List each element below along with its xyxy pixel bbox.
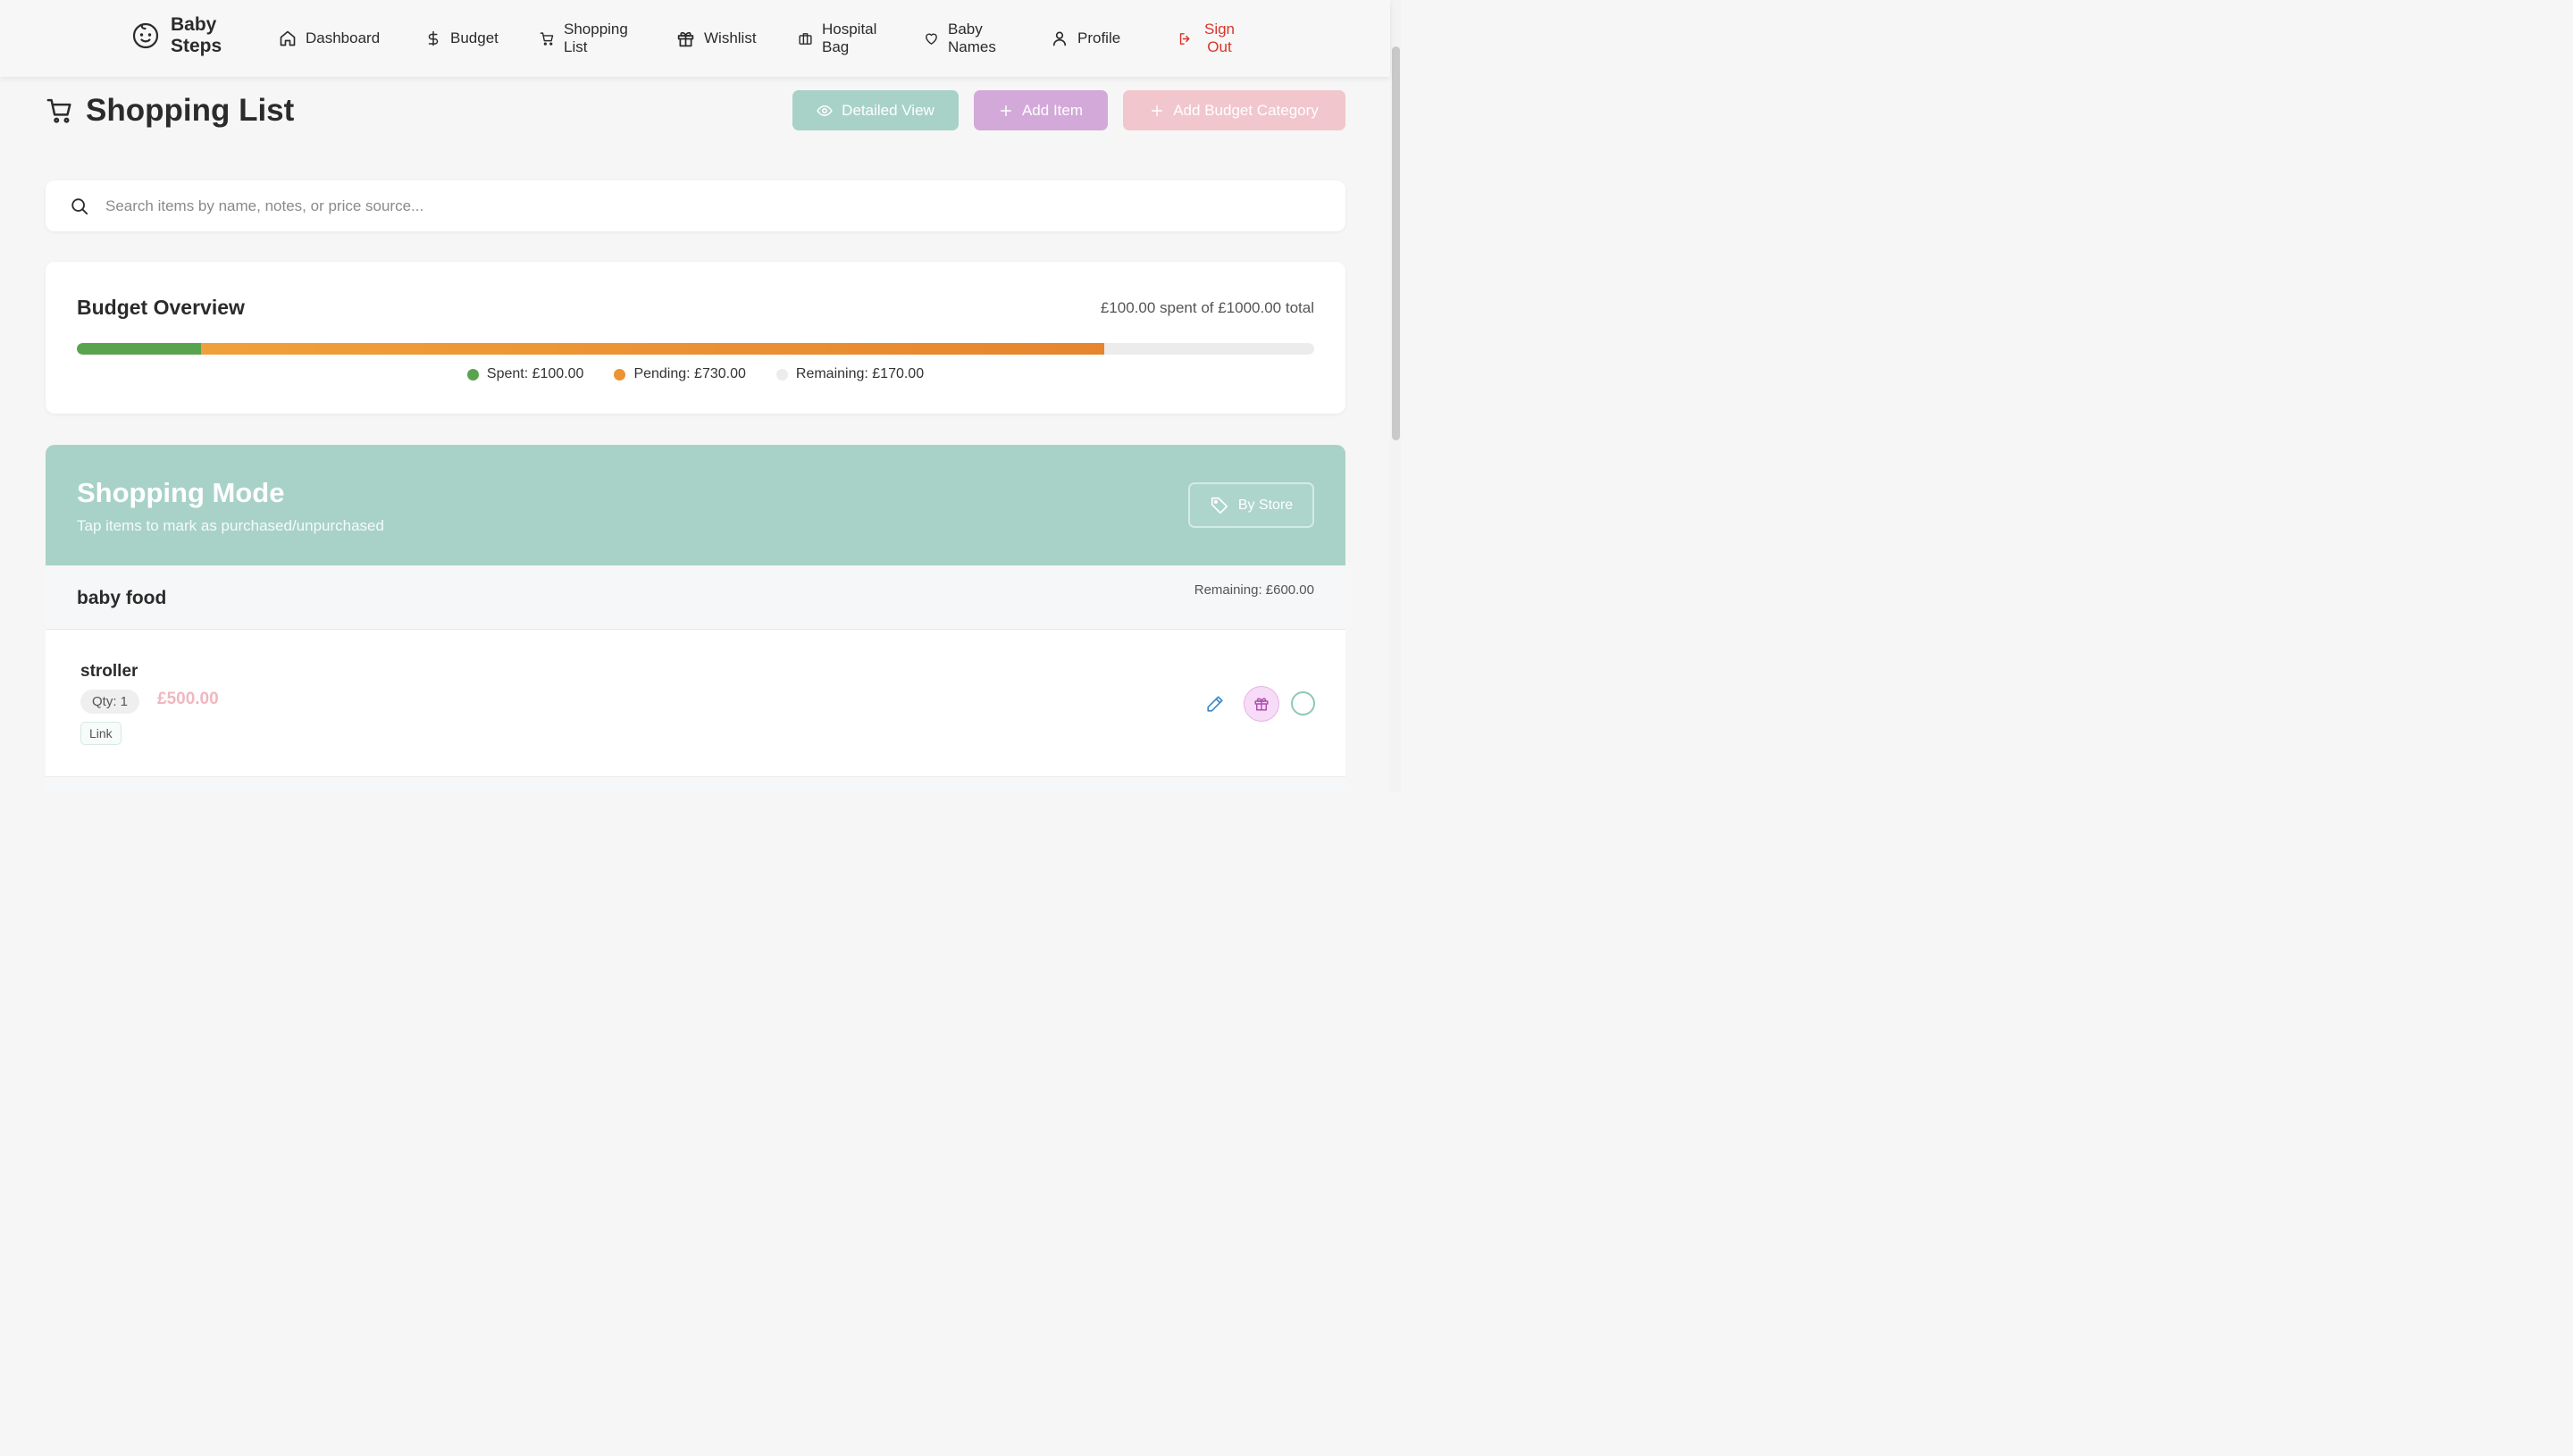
spent-segment	[77, 343, 201, 355]
category-remaining: Remaining: £600.00	[1194, 582, 1314, 598]
search-icon	[71, 197, 88, 214]
brand-name: Baby Steps	[171, 14, 222, 56]
spent-dot-icon	[466, 368, 479, 381]
add-budget-category-button[interactable]: Add Budget Category	[1123, 90, 1345, 130]
nav-label: Sign Out	[1203, 21, 1236, 55]
scrollbar-thumb[interactable]	[1392, 46, 1400, 440]
heart-icon	[926, 33, 937, 45]
gift-icon	[1254, 698, 1269, 711]
sign-out-icon	[1179, 32, 1190, 45]
budget-overview-card: Budget Overview £100.00 spent of £1000.0…	[46, 262, 1345, 414]
nav-baby-names[interactable]: Baby Names	[924, 0, 1013, 77]
edit-item-button[interactable]	[1202, 690, 1228, 717]
pending-segment	[201, 343, 1104, 355]
cart-icon	[540, 31, 554, 46]
nav-profile[interactable]: Profile	[1051, 0, 1120, 77]
legend-pending-label: Pending: £730.00	[633, 366, 746, 381]
legend-spent-label: Spent: £100.00	[486, 366, 584, 381]
category-name: baby food	[77, 588, 167, 608]
category-header[interactable]: baby food Remaining: £600.00	[46, 565, 1345, 630]
page-title: Shopping List	[86, 93, 295, 128]
home-icon	[280, 30, 296, 46]
nav-label: Baby Names	[948, 21, 996, 55]
by-store-label: By Store	[1237, 497, 1294, 513]
nav-label: Dashboard	[306, 29, 381, 46]
legend-remaining-label: Remaining: £170.00	[795, 366, 925, 381]
pencil-icon	[1207, 696, 1223, 712]
eye-icon	[817, 105, 833, 116]
nav-label: Hospital Bag	[822, 21, 877, 55]
nav-sign-out[interactable]: Sign Out	[1178, 0, 1249, 77]
nav-wishlist[interactable]: Wishlist	[676, 0, 757, 77]
search-input[interactable]	[105, 197, 1267, 215]
next-list-item	[46, 777, 1345, 792]
by-store-button[interactable]: By Store	[1188, 482, 1314, 528]
add-budget-category-label: Add Budget Category	[1173, 101, 1319, 119]
tag-icon	[1211, 497, 1228, 514]
legend-spent: Spent: £100.00	[466, 366, 584, 382]
nav-dashboard[interactable]: Dashboard	[279, 0, 380, 77]
brand-logo-link[interactable]: Baby Steps	[131, 14, 233, 57]
add-item-button[interactable]: Add Item	[974, 90, 1108, 130]
item-price: £500.00	[157, 690, 219, 708]
nav-hospital-bag[interactable]: Hospital Bag	[798, 0, 896, 77]
legend-remaining: Remaining: £170.00	[775, 366, 925, 382]
nav-label: Shopping List	[564, 21, 628, 55]
legend-pending: Pending: £730.00	[614, 366, 746, 382]
nav-label: Wishlist	[704, 29, 757, 46]
detailed-view-label: Detailed View	[842, 101, 934, 119]
baby-face-icon	[132, 22, 159, 49]
search-bar	[46, 180, 1345, 231]
briefcase-icon	[799, 32, 812, 45]
plus-icon	[1152, 105, 1163, 116]
remaining-dot-icon	[775, 368, 788, 381]
shopping-mode-header: Shopping Mode Tap items to mark as purch…	[46, 445, 1345, 565]
cart-icon	[46, 98, 71, 123]
item-name: stroller	[80, 662, 138, 681]
item-quantity-badge: Qty: 1	[80, 690, 140, 714]
shopping-mode-subtitle: Tap items to mark as purchased/unpurchas…	[77, 517, 384, 534]
item-link[interactable]: Link	[80, 722, 122, 745]
add-item-label: Add Item	[1021, 101, 1084, 119]
nav-shopping-list[interactable]: Shopping List	[540, 0, 638, 77]
purchased-toggle[interactable]	[1291, 691, 1315, 715]
list-item[interactable]: stroller Qty: 1 £500.00 Link	[46, 630, 1345, 777]
budget-summary: £100.00 spent of £1000.00 total	[1100, 299, 1314, 316]
nav-budget[interactable]: Budget	[425, 0, 499, 77]
budget-legend: Spent: £100.00 Pending: £730.00 Remainin…	[46, 366, 1345, 382]
shopping-mode-title: Shopping Mode	[77, 477, 285, 508]
user-icon	[1052, 31, 1067, 46]
dollar-icon	[428, 30, 439, 46]
page-header: Shopping List	[46, 93, 294, 129]
nav-label: Profile	[1077, 29, 1121, 46]
gift-item-button[interactable]	[1244, 686, 1279, 722]
detailed-view-button[interactable]: Detailed View	[792, 90, 959, 130]
budget-progress-bar	[77, 343, 1314, 355]
gift-icon	[677, 31, 694, 46]
top-navbar: Baby Steps Dashboard Budget Shopping Lis…	[0, 0, 1390, 77]
pending-dot-icon	[614, 368, 626, 381]
budget-overview-title: Budget Overview	[77, 296, 245, 319]
nav-label: Budget	[450, 29, 499, 46]
plus-icon	[1000, 105, 1012, 116]
